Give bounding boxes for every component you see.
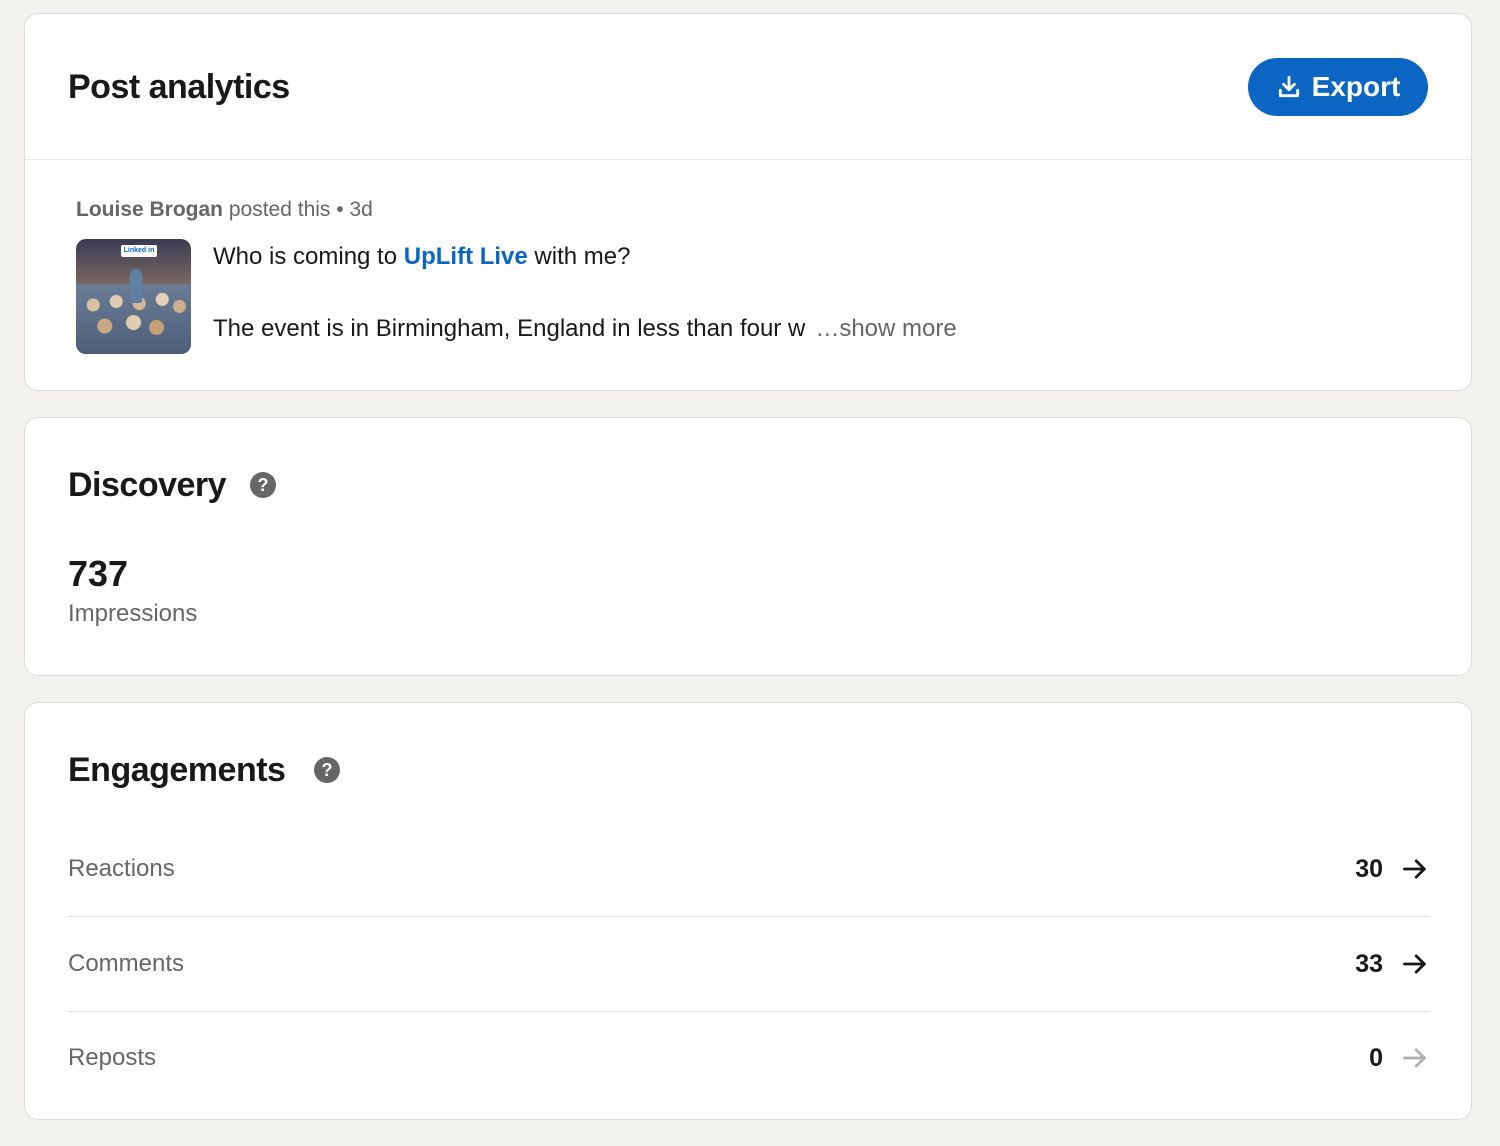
- impressions-value: 737: [68, 553, 129, 594]
- post-text-suffix: with me?: [534, 243, 631, 270]
- thumbnail-logo: Linked in: [121, 245, 157, 257]
- header-divider: [25, 159, 1471, 160]
- show-more-link[interactable]: …show more: [815, 315, 956, 342]
- impressions-label: Impressions: [68, 600, 198, 627]
- meta-separator: •: [336, 198, 344, 221]
- arrow-right-icon[interactable]: [1401, 855, 1429, 883]
- help-icon[interactable]: ?: [314, 757, 340, 783]
- reposts-count: 0: [1369, 1043, 1383, 1072]
- posted-text: posted this: [228, 198, 331, 221]
- discovery-title: Discovery: [68, 466, 227, 504]
- comments-count: 33: [1355, 949, 1383, 978]
- reactions-label: Reactions: [68, 855, 175, 882]
- post-text-prefix: Who is coming to: [213, 243, 398, 270]
- post-text-body: The event is in Birmingham, England in l…: [213, 315, 806, 342]
- reactions-count: 30: [1355, 854, 1383, 883]
- export-button[interactable]: Export: [1248, 58, 1428, 116]
- post-meta: Louise Brogan posted this • 3d: [76, 198, 373, 222]
- reposts-label: Reposts: [68, 1044, 157, 1071]
- comments-label: Comments: [68, 950, 185, 977]
- page-title: Post analytics: [68, 68, 290, 106]
- post-thumbnail[interactable]: Linked in: [76, 239, 191, 354]
- export-label: Export: [1311, 71, 1401, 102]
- post-analytics-card: Post analytics Export Louise Brogan post…: [24, 13, 1472, 391]
- post-text-line1: Who is coming to UpLift Live with me?: [213, 243, 630, 271]
- post-text-line2: The event is in Birmingham, England in l…: [213, 315, 957, 343]
- post-age: 3d: [349, 198, 373, 221]
- thumbnail-speaker: [130, 269, 142, 303]
- help-icon[interactable]: ?: [250, 472, 276, 498]
- arrow-right-icon[interactable]: [1401, 950, 1429, 978]
- download-icon: [1278, 75, 1299, 98]
- post-mention-link[interactable]: UpLift Live: [404, 243, 528, 270]
- engagements-title: Engagements: [68, 751, 286, 789]
- discovery-card: Discovery ? 737 Impressions: [24, 417, 1472, 676]
- engagements-card: Engagements ? Reactions 30 Comments 33 R…: [24, 702, 1472, 1120]
- reposts-row[interactable]: Reposts 0: [68, 1011, 1429, 1105]
- comments-row[interactable]: Comments 33: [68, 917, 1429, 1012]
- author-name[interactable]: Louise Brogan: [76, 198, 223, 221]
- arrow-right-icon[interactable]: [1401, 1044, 1429, 1072]
- reactions-row[interactable]: Reactions 30: [68, 822, 1429, 917]
